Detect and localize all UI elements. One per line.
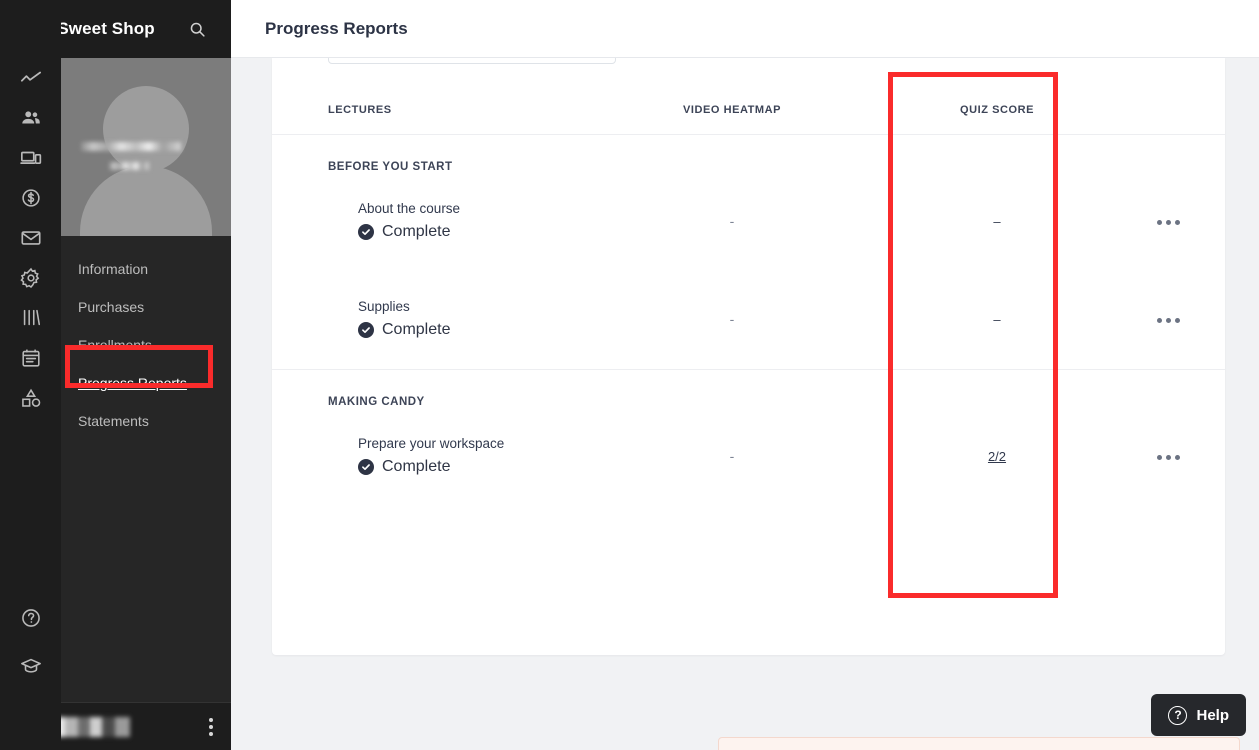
kebab-horizontal-icon[interactable] [1157, 318, 1180, 323]
video-heatmap-cell: - [729, 213, 735, 229]
help-button[interactable]: ? Help [1151, 694, 1246, 736]
lecture-cell: About the course Complete [272, 173, 582, 271]
avatar-redacted-name [81, 142, 181, 151]
sidebar-nav: Information Purchases Enrollments Progre… [61, 236, 231, 440]
completion-status: Complete [358, 223, 582, 241]
lecture-title: Supplies [358, 299, 410, 314]
users-icon[interactable] [11, 98, 51, 138]
lecture-cell: Prepare your workspace Complete [272, 408, 582, 506]
table-row: Prepare your workspace Complete - 2/2 [272, 408, 1225, 506]
dollar-icon[interactable] [11, 178, 51, 218]
check-circle-icon [358, 322, 374, 338]
section-title: BEFORE YOU START [328, 161, 453, 173]
icon-rail [0, 0, 61, 750]
progress-report-card: LECTURES VIDEO HEATMAP QUIZ SCORE BEFORE… [272, 58, 1225, 655]
avatar-redacted-subtitle [109, 162, 149, 170]
question-circle-icon: ? [1168, 705, 1188, 725]
help-button-label: Help [1196, 706, 1229, 724]
completion-status: Complete [358, 458, 582, 476]
completion-status: Complete [358, 321, 582, 339]
sidebar-item-progress-reports[interactable]: Progress Reports [61, 364, 231, 402]
check-circle-icon [358, 224, 374, 240]
search-icon[interactable] [185, 17, 209, 41]
quiz-score-link[interactable]: 2/2 [988, 449, 1006, 464]
section-title: MAKING CANDY [328, 396, 425, 408]
status-label: Complete [382, 223, 451, 240]
table-header-row: LECTURES VIDEO HEATMAP QUIZ SCORE [272, 104, 1225, 134]
status-label: Complete [382, 321, 451, 338]
sidebar-body: Information Purchases Enrollments Progre… [61, 58, 231, 750]
sidebar-item-information[interactable]: Information [61, 250, 231, 288]
table-row: Supplies Complete - – [272, 271, 1225, 369]
gear-icon[interactable] [11, 258, 51, 298]
lecture-cell: Supplies Complete [272, 271, 582, 369]
progress-table: LECTURES VIDEO HEATMAP QUIZ SCORE BEFORE… [272, 104, 1225, 506]
devices-icon[interactable] [11, 138, 51, 178]
app-root: The Sweet Shop Information Purchases Enr… [0, 0, 1259, 750]
main-content: LECTURES VIDEO HEATMAP QUIZ SCORE BEFORE… [231, 58, 1259, 750]
table-row: About the course Complete - – [272, 173, 1225, 271]
sidebar-item-purchases[interactable]: Purchases [61, 288, 231, 326]
status-label: Complete [382, 458, 451, 475]
section-header-before-you-start: BEFORE YOU START [272, 135, 1225, 173]
help-circle-icon[interactable] [11, 598, 51, 638]
page-title: Progress Reports [265, 18, 408, 38]
lecture-title: Prepare your workspace [358, 436, 505, 451]
section-header-making-candy: MAKING CANDY [272, 370, 1225, 408]
knowledge-base-notice: ? Learn more about student reporting too… [718, 737, 1240, 750]
video-heatmap-cell: - [729, 311, 735, 327]
kebab-horizontal-icon[interactable] [1157, 455, 1180, 460]
mail-icon[interactable] [11, 218, 51, 258]
analytics-icon[interactable] [11, 58, 51, 98]
column-header-video-heatmap: VIDEO HEATMAP [682, 104, 781, 116]
avatar [61, 58, 231, 236]
kebab-vertical-icon[interactable] [209, 717, 213, 736]
page-header: Progress Reports [231, 0, 1259, 58]
graduation-cap-icon[interactable] [11, 646, 51, 686]
avatar-body [80, 166, 212, 236]
check-circle-icon [358, 459, 374, 475]
quiz-score-cell: 2/2 [882, 408, 1112, 506]
quiz-score-cell: – [993, 311, 1001, 327]
row-actions-cell [1112, 173, 1225, 271]
row-actions-cell [1112, 271, 1225, 369]
calendar-icon[interactable] [11, 338, 51, 378]
row-actions-cell [1112, 408, 1225, 506]
sidebar-item-statements[interactable]: Statements [61, 402, 231, 440]
column-header-lectures: LECTURES [328, 104, 392, 116]
search-input[interactable] [328, 58, 616, 64]
column-header-actions [1112, 104, 1225, 134]
video-heatmap-cell: - [729, 448, 735, 464]
quiz-score-cell: – [993, 213, 1001, 229]
shapes-icon[interactable] [11, 378, 51, 418]
column-header-quiz-score: QUIZ SCORE [960, 104, 1034, 116]
kebab-horizontal-icon[interactable] [1157, 220, 1180, 225]
avatar-head [103, 86, 189, 172]
lecture-title: About the course [358, 201, 461, 216]
sidebar-item-enrollments[interactable]: Enrollments [61, 326, 231, 364]
bars-icon[interactable] [11, 298, 51, 338]
